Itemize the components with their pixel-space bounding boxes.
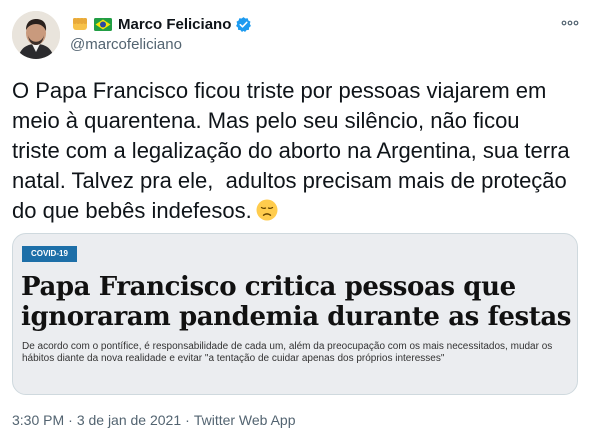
card-headline: Papa Francisco critica pessoas que ignor… [21,272,572,332]
tweet-text-container: O Papa Francisco ficou triste por pessoa… [12,76,572,226]
author-handle[interactable]: @marcofeliciano [70,36,182,53]
avatar[interactable] [12,11,60,59]
verified-badge-icon [236,16,252,32]
meta-separator: · [68,412,73,428]
display-name[interactable]: Marco Feliciano [118,16,231,33]
more-options-button[interactable] [559,14,581,32]
link-preview-card[interactable]: COVID-19 Papa Francisco critica pessoas … [12,233,578,395]
category-badge: COVID-19 [22,246,77,262]
raised-fist-emoji [73,18,87,30]
tweet-text: O Papa Francisco ficou triste por pessoa… [12,78,576,223]
card-subtext: De acordo com o pontífice, é responsabil… [22,341,553,364]
more-options-icon [561,20,579,26]
avatar-photo [12,11,60,59]
tweet-time[interactable]: 3:30 PM [12,412,64,428]
brazil-flag-emoji [94,17,112,31]
tweet-metadata: 3:30 PM · 3 de jan de 2021 · Twitter Web… [12,412,296,428]
tweet-date[interactable]: 3 de jan de 2021 [77,412,181,428]
meta-separator: · [185,412,190,428]
tweet-source[interactable]: Twitter Web App [194,412,296,428]
disappointed-face-emoji [256,199,278,221]
author-name-row[interactable]: Marco Feliciano [70,13,252,35]
